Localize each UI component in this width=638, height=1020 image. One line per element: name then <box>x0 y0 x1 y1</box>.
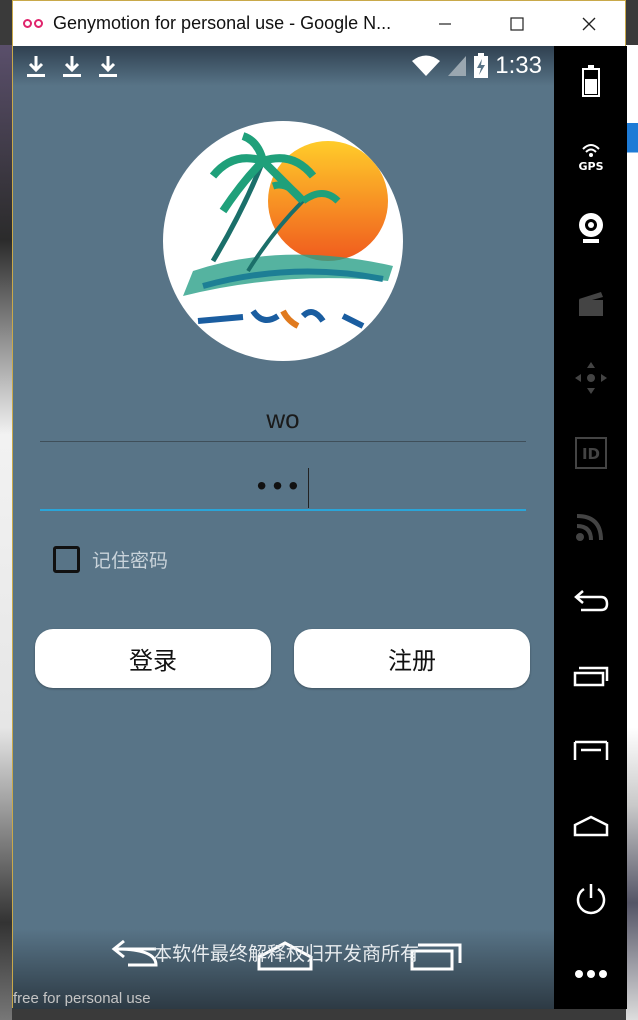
more-icon <box>574 970 607 978</box>
menu-icon <box>573 740 608 760</box>
login-button[interactable]: 登录 <box>35 629 271 688</box>
clapper-icon <box>578 292 603 316</box>
more-button[interactable] <box>554 949 627 999</box>
password-value: ••• <box>256 470 305 501</box>
cast-icon <box>575 514 603 541</box>
genymotion-side-panel: GPS ID <box>554 46 627 1009</box>
battery-icon <box>581 65 600 97</box>
status-time: 1:33 <box>495 52 542 79</box>
watermark-text: 本软件最终解释权归开发商所有 <box>153 943 420 965</box>
gps-widget-button[interactable]: GPS <box>554 131 627 181</box>
free-personal-use-text: free for personal use <box>13 990 151 1007</box>
home-icon <box>573 815 608 837</box>
battery-widget-button[interactable] <box>554 56 627 106</box>
close-button[interactable] <box>553 1 625 46</box>
remember-password-checkbox[interactable] <box>53 546 80 573</box>
minimize-icon <box>439 22 451 25</box>
back-icon <box>573 590 608 612</box>
download-icon <box>63 56 81 77</box>
svg-text:GPS: GPS <box>578 160 603 173</box>
svg-text:ID: ID <box>581 445 599 463</box>
remember-password-row[interactable]: 记住密码 <box>53 546 168 573</box>
username-value: wo <box>266 404 300 434</box>
close-icon <box>582 17 596 30</box>
desktop-background-left <box>0 45 12 1020</box>
gps-icon: GPS <box>578 144 603 173</box>
recent-apps-button[interactable] <box>554 651 627 701</box>
wifi-icon <box>412 55 441 76</box>
screencast-widget-button[interactable] <box>554 278 627 328</box>
webcam-icon <box>578 213 603 243</box>
power-button[interactable] <box>554 874 627 924</box>
dpad-widget-button[interactable] <box>554 353 627 403</box>
dpad-icon <box>574 362 607 394</box>
register-button[interactable]: 注册 <box>294 629 530 688</box>
password-input[interactable]: ••• <box>40 461 526 511</box>
remember-password-label: 记住密码 <box>92 550 169 572</box>
download-icon <box>27 56 45 77</box>
minimize-button[interactable] <box>409 1 481 46</box>
maximize-button[interactable] <box>481 1 553 46</box>
recent-apps-icon <box>573 666 608 687</box>
status-bar: 1:33 <box>13 46 554 86</box>
id-widget-button[interactable]: ID <box>554 428 627 478</box>
id-icon: ID <box>574 437 607 469</box>
genymotion-window: Genymotion for personal use - Google N..… <box>12 0 627 1009</box>
genymotion-app-icon <box>23 17 45 31</box>
menu-button[interactable] <box>554 726 627 776</box>
android-screen: 1:33 wo ••• 记住密码 登录 注册 本软件最终解释权归开发商所有 fr… <box>13 46 554 1009</box>
username-input[interactable]: wo <box>40 396 526 442</box>
back-button[interactable] <box>554 576 627 626</box>
home-button[interactable] <box>554 801 627 851</box>
window-controls <box>409 1 625 46</box>
webcam-widget-button[interactable] <box>554 203 627 253</box>
desktop-background-right <box>626 45 638 1020</box>
android-nav-bar: 本软件最终解释权归开发商所有 free for personal use <box>13 929 554 1009</box>
window-title: Genymotion for personal use - Google N..… <box>53 13 392 33</box>
signal-icon <box>448 56 467 76</box>
text-cursor <box>308 467 310 508</box>
battery-charging-icon <box>474 53 489 78</box>
maximize-icon <box>510 16 524 31</box>
app-logo <box>163 121 403 361</box>
download-icon <box>99 56 117 77</box>
title-bar[interactable]: Genymotion for personal use - Google N..… <box>13 1 625 46</box>
power-icon <box>576 884 605 915</box>
cast-widget-button[interactable] <box>554 501 627 551</box>
